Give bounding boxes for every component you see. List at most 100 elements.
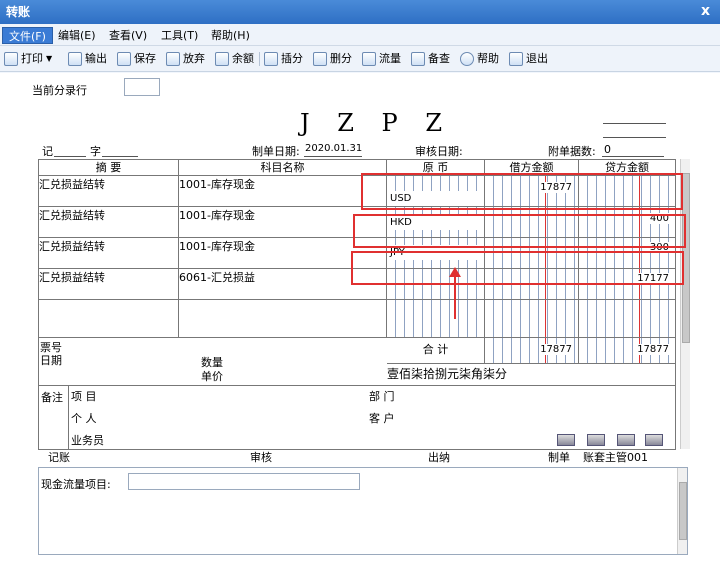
cashflow-scrollbar-thumb[interactable] [679, 482, 687, 540]
insert-entry-button[interactable]: 插分 [264, 50, 303, 68]
row5-account[interactable] [179, 300, 387, 338]
total-credit: 17877 [579, 338, 676, 364]
delete-entry-label: 删分 [330, 52, 352, 65]
chevron-down-icon[interactable]: ▼ [46, 50, 52, 68]
row5-debit[interactable] [485, 300, 579, 338]
export-button[interactable]: 输出 [68, 50, 107, 68]
discard-icon [166, 52, 180, 66]
voucher-type-label: 记 [42, 145, 53, 158]
audit-label: 审核 [250, 451, 272, 464]
row2-summary[interactable]: 汇兑损益结转 [39, 207, 179, 238]
exit-icon [509, 52, 523, 66]
total-amount-words: 壹佰柒拾捌元柒角柒分 [385, 364, 676, 386]
balance-label: 余额 [232, 52, 254, 65]
highlight-usd-row [361, 173, 683, 210]
help-icon [460, 52, 474, 66]
exit-label: 退出 [526, 52, 548, 65]
person-label: 个 人 [71, 412, 97, 425]
cashflow-input[interactable] [128, 473, 360, 490]
help-button[interactable]: 帮助 [460, 50, 499, 68]
bookkeeping-label: 记账 [48, 451, 70, 464]
toolbar-divider [259, 52, 260, 66]
save-button[interactable]: 保存 [117, 50, 156, 68]
row5-currency-cell[interactable] [387, 300, 485, 338]
calculator-icon[interactable] [557, 434, 575, 446]
title-rule-bottom [603, 137, 666, 138]
total-credit-value: 17877 [637, 344, 669, 355]
export-icon [68, 52, 82, 66]
attachments-label: 附单据数: [548, 145, 596, 158]
ticket-area: 票号 日期 数量 单价 [39, 338, 387, 386]
reference-button[interactable]: 备查 [411, 50, 450, 68]
cashflow-scrollbar[interactable] [677, 468, 687, 554]
current-entry-label: 当前分录行 [32, 84, 87, 97]
menu-view[interactable]: 查看(V) [103, 27, 153, 44]
remarks-label: 备注 [39, 386, 69, 450]
delete-entry-button[interactable]: 删分 [313, 50, 352, 68]
menu-tools[interactable]: 工具(T) [155, 27, 204, 44]
date-underline [304, 156, 362, 157]
voucher-number-label: 字 [90, 145, 101, 158]
tools-icon[interactable] [617, 434, 635, 446]
menu-bar: 文件(F) 编辑(E) 查看(V) 工具(T) 帮助(H) [0, 24, 720, 46]
exit-button[interactable]: 退出 [509, 50, 548, 68]
voucher-title: J Z P Z [300, 109, 453, 137]
header-summary: 摘 要 [39, 160, 179, 176]
discard-label: 放弃 [183, 52, 205, 65]
window-title: 转账 [6, 5, 31, 19]
printer-icon [4, 52, 18, 66]
ticket-date-label: 日期 [40, 354, 62, 367]
row4-summary[interactable]: 汇兑损益结转 [39, 269, 179, 300]
audit-date-label: 审核日期: [415, 145, 463, 158]
current-entry-field[interactable] [124, 78, 160, 96]
row5-credit[interactable] [579, 300, 676, 338]
toolbar: 打印 ▼ 输出 保存 放弃 余额 插分 删分 流量 备查 帮助 退出 [0, 46, 720, 72]
row1-account[interactable]: 1001-库存现金 [179, 176, 387, 207]
balance-button[interactable]: 余额 [215, 50, 254, 68]
insert-entry-label: 插分 [281, 52, 303, 65]
help-label: 帮助 [477, 52, 499, 65]
department-label: 部 门 [369, 390, 395, 403]
menu-help[interactable]: 帮助(H) [205, 27, 256, 44]
card-icon[interactable] [587, 434, 605, 446]
print-label: 打印 [21, 52, 43, 65]
menu-file[interactable]: 文件(F) [2, 27, 53, 44]
salesman-label: 业务员 [71, 434, 104, 447]
date-value[interactable]: 2020.01.31 [305, 143, 362, 154]
voucher-type-underline [54, 156, 86, 157]
project-label: 项 目 [71, 390, 97, 403]
export-label: 输出 [85, 52, 107, 65]
arrow-shaft [454, 276, 456, 319]
header-account: 科目名称 [179, 160, 387, 176]
collapse-up-icon[interactable] [645, 434, 663, 446]
row5-summary[interactable] [39, 300, 179, 338]
save-icon [117, 52, 131, 66]
cashflow-button[interactable]: 流量 [362, 50, 401, 68]
close-icon[interactable]: x [701, 0, 710, 22]
date-label: 制单日期: [252, 145, 300, 158]
total-debit: 17877 [485, 338, 579, 364]
row1-summary[interactable]: 汇兑损益结转 [39, 176, 179, 207]
voucher-content: 当前分录行 J Z P Z 记 字 制单日期: 2020.01.31 审核日期:… [0, 73, 720, 574]
total-label: 合 计 [387, 338, 485, 364]
customer-label: 客 户 [369, 412, 395, 425]
delete-icon [313, 52, 327, 66]
title-bar: 转账 x [0, 0, 720, 24]
row3-summary[interactable]: 汇兑损益结转 [39, 238, 179, 269]
print-button[interactable]: 打印 ▼ [4, 50, 52, 68]
remarks-area: 项 目 部 门 个 人 客 户 业务员 [69, 386, 676, 450]
attachments-value[interactable]: 0 [604, 143, 611, 156]
cashier-label: 出纳 [428, 451, 450, 464]
balance-icon [215, 52, 229, 66]
maker-label: 制单 [548, 451, 570, 464]
reference-icon [411, 52, 425, 66]
maker-value: 账套主管001 [583, 451, 648, 464]
discard-button[interactable]: 放弃 [166, 50, 205, 68]
highlight-jpy-row [351, 251, 684, 285]
menu-edit[interactable]: 编辑(E) [52, 27, 102, 44]
insert-icon [264, 52, 278, 66]
voucher-window: 转账 x 文件(F) 编辑(E) 查看(V) 工具(T) 帮助(H) 打印 ▼ 输… [0, 0, 720, 574]
reference-label: 备查 [428, 52, 450, 65]
total-debit-value: 17877 [540, 344, 572, 355]
voucher-number-underline [102, 156, 138, 157]
